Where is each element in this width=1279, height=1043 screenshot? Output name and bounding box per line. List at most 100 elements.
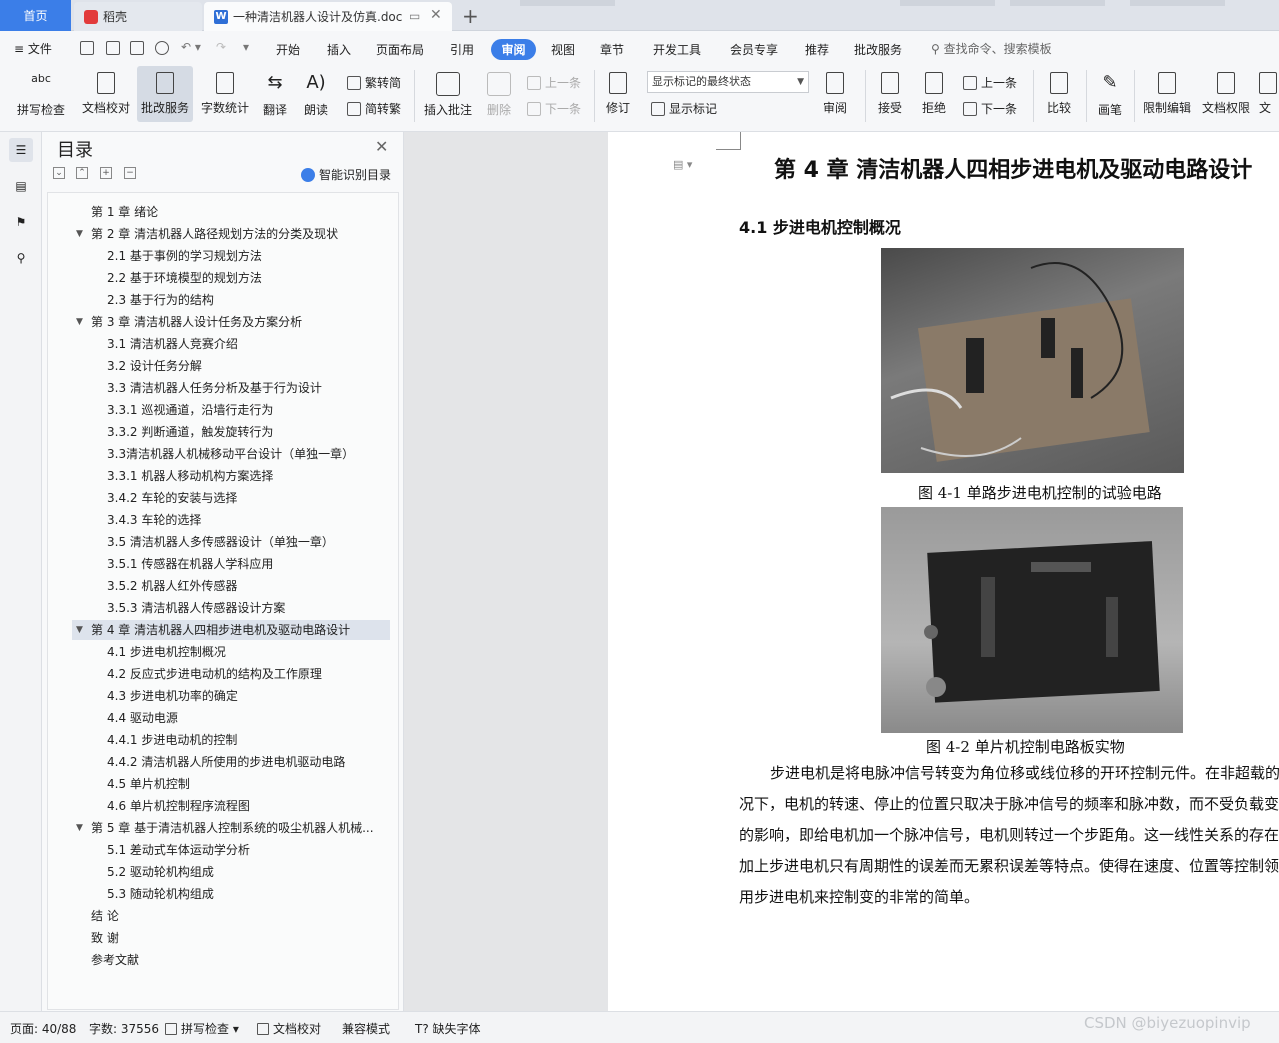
search-icon[interactable]: ⚲ (9, 246, 33, 270)
new-tab-plus-icon[interactable]: + (462, 4, 479, 28)
chevron-down-icon[interactable]: ▼ (76, 229, 83, 239)
toc-item[interactable]: 3.3 清洁机器人任务分析及基于行为设计 (107, 378, 322, 398)
toc-item[interactable]: 第 4 章 清洁机器人四相步进电机及驱动电路设计 (72, 620, 390, 640)
chevron-down-icon[interactable]: ▼ (76, 317, 83, 327)
menu-devtools[interactable]: 开发工具 (653, 41, 701, 58)
toc-item[interactable]: 3.4.3 车轮的选择 (107, 510, 201, 530)
read-aloud-button[interactable]: A) 朗读 (300, 66, 332, 118)
preview-icon[interactable] (155, 41, 169, 55)
toc-item[interactable]: 4.2 反应式步进电动机的结构及工作原理 (107, 664, 322, 684)
show-markup-button[interactable]: 显示标记 (651, 100, 717, 117)
collapse-all-icon[interactable]: ⌄ (53, 167, 65, 179)
tab-document[interactable]: W 一种清洁机器人设计及仿真.doc ▭ ✕ (204, 2, 452, 31)
toc-item[interactable]: 4.4 驱动电源 (107, 708, 178, 728)
trad-to-simp-button[interactable]: 繁转简 (347, 74, 401, 91)
toc-item[interactable]: 4.5 单片机控制 (107, 774, 190, 794)
menu-review[interactable]: 审阅 (491, 39, 536, 60)
restrict-editing-button[interactable]: 限制编辑 (1141, 66, 1193, 116)
toc-item[interactable]: 3.3.2 判断通道，触发旋转行为 (107, 422, 273, 442)
toc-item[interactable]: 3.3清洁机器人机械移动平台设计（单独一章） (107, 444, 354, 464)
close-icon[interactable]: ✕ (375, 137, 388, 156)
remove-heading-icon[interactable]: − (124, 167, 136, 179)
missing-font-status[interactable]: T? 缺失字体 (415, 1020, 481, 1037)
paragraph-handle-icon[interactable]: ▤ ▾ (673, 158, 692, 171)
toc-item[interactable]: 4.1 步进电机控制概况 (107, 642, 226, 662)
redo-icon[interactable]: ↷ (216, 40, 226, 54)
circuit-photo-1[interactable] (881, 248, 1184, 473)
toc-item[interactable]: 2.2 基于环境模型的规划方法 (107, 268, 262, 288)
toc-item[interactable]: 3.5.1 传感器在机器人学科应用 (107, 554, 273, 574)
spell-check-button[interactable]: abc 拼写检查 (10, 66, 72, 118)
toc-item[interactable]: 3.5.3 清洁机器人传感器设计方案 (107, 598, 285, 618)
toc-item[interactable]: 3.3.1 巡视通道，沿墙行走行为 (107, 400, 273, 420)
print-icon[interactable] (130, 41, 144, 55)
export-icon[interactable] (106, 41, 120, 55)
toc-item[interactable]: 3.2 设计任务分解 (107, 356, 202, 376)
chevron-down-icon[interactable]: ▼ (76, 625, 83, 635)
menu-references[interactable]: 引用 (450, 41, 474, 58)
toc-item[interactable]: 4.4.2 清洁机器人所使用的步进电机驱动电路 (107, 752, 345, 772)
smart-toc-button[interactable]: 智能识别目录 (301, 166, 391, 183)
menu-layout[interactable]: 页面布局 (376, 41, 424, 58)
compare-button[interactable]: 比较 (1040, 66, 1078, 116)
bookmark-icon[interactable]: ⚑ (9, 210, 33, 234)
doc-permission-button[interactable]: 文档权限 (1200, 66, 1252, 116)
save-icon[interactable] (80, 41, 94, 55)
file-menu[interactable]: ≡ 文件 (14, 40, 52, 57)
menu-view[interactable]: 视图 (551, 41, 575, 58)
proofread-button[interactable]: 文档校对 (80, 66, 132, 116)
menu-grading[interactable]: 批改服务 (854, 41, 902, 58)
page-indicator[interactable]: 页面: 40/88 (10, 1020, 76, 1037)
word-count-button[interactable]: 字数统计 (199, 66, 251, 116)
toc-item[interactable]: 3.1 清洁机器人竞赛介绍 (107, 334, 238, 354)
expand-up-icon[interactable]: ⌃ (76, 167, 88, 179)
toc-item[interactable]: 3.5.2 机器人红外传感器 (107, 576, 237, 596)
toc-item[interactable]: 致 谢 (91, 928, 119, 948)
insert-comment-button[interactable]: 插入批注 (421, 66, 475, 118)
toc-item[interactable]: 2.1 基于事例的学习规划方法 (107, 246, 262, 266)
toc-item[interactable]: 5.2 驱动轮机构组成 (107, 862, 214, 882)
review-pane-button[interactable]: 审阅 (816, 66, 854, 116)
delete-comment-button[interactable]: 删除 (480, 66, 518, 118)
command-search[interactable]: ⚲ 查找命令、搜索模板 (931, 40, 1052, 57)
simp-to-trad-button[interactable]: 简转繁 (347, 100, 401, 117)
circuit-photo-2[interactable] (881, 507, 1183, 733)
next-comment-button[interactable]: 下一条 (527, 100, 581, 117)
toc-item[interactable]: 结 论 (91, 906, 119, 926)
tab-home[interactable]: 首页 (0, 0, 71, 31)
undo-icon[interactable]: ↶ ▾ (181, 40, 201, 54)
toc-item[interactable]: 第 3 章 清洁机器人设计任务及方案分析 (91, 312, 302, 332)
chevron-down-icon[interactable]: ▼ (76, 823, 83, 833)
translate-button[interactable]: ⇆ 翻译 (257, 66, 293, 118)
proofread-status[interactable]: 文档校对 (257, 1020, 321, 1037)
word-count-indicator[interactable]: 字数: 37556 (89, 1020, 159, 1037)
toc-item[interactable]: 4.6 单片机控制程序流程图 (107, 796, 250, 816)
toc-item[interactable]: 4.3 步进电机功率的确定 (107, 686, 238, 706)
menu-chapter[interactable]: 章节 (600, 41, 624, 58)
menu-start[interactable]: 开始 (276, 41, 300, 58)
toc-item[interactable]: 5.3 随动轮机构组成 (107, 884, 214, 904)
toc-icon[interactable]: ☰ (9, 138, 33, 162)
pen-button[interactable]: ✎ 画笔 (1093, 66, 1127, 118)
prev-change-button[interactable]: 上一条 (963, 74, 1017, 91)
toc-item[interactable]: 4.4.1 步进电动机的控制 (107, 730, 237, 750)
toc-item[interactable]: 2.3 基于行为的结构 (107, 290, 214, 310)
compat-mode-status[interactable]: 兼容模式 (342, 1020, 390, 1037)
next-change-button[interactable]: 下一条 (963, 100, 1017, 117)
close-tab-icon[interactable]: ✕ (430, 7, 442, 23)
more-chevron-icon[interactable]: ▾ (243, 40, 249, 54)
toc-item[interactable]: 3.4.2 车轮的安装与选择 (107, 488, 237, 508)
toc-item[interactable]: 5.1 差动式车体运动学分析 (107, 840, 250, 860)
menu-recommend[interactable]: 推荐 (805, 41, 829, 58)
sections-icon[interactable]: ▤ (9, 174, 33, 198)
doc-more-button[interactable]: 文 (1259, 66, 1279, 116)
toc-item[interactable]: 3.3.1 机器人移动机构方案选择 (107, 466, 273, 486)
reject-button[interactable]: 拒绝 (916, 66, 952, 116)
toc-item[interactable]: 第 5 章 基于清洁机器人控制系统的吸尘机器人机械... (91, 818, 374, 838)
toc-item[interactable]: 参考文献 (91, 950, 139, 970)
accept-button[interactable]: 接受 (872, 66, 908, 116)
grading-service-button[interactable]: 批改服务 (137, 66, 193, 122)
tab-docer[interactable]: 稻壳 (74, 2, 202, 31)
toc-item[interactable]: 第 1 章 绪论 (91, 202, 158, 222)
spell-check-status[interactable]: 拼写检查 ▾ (165, 1020, 239, 1037)
